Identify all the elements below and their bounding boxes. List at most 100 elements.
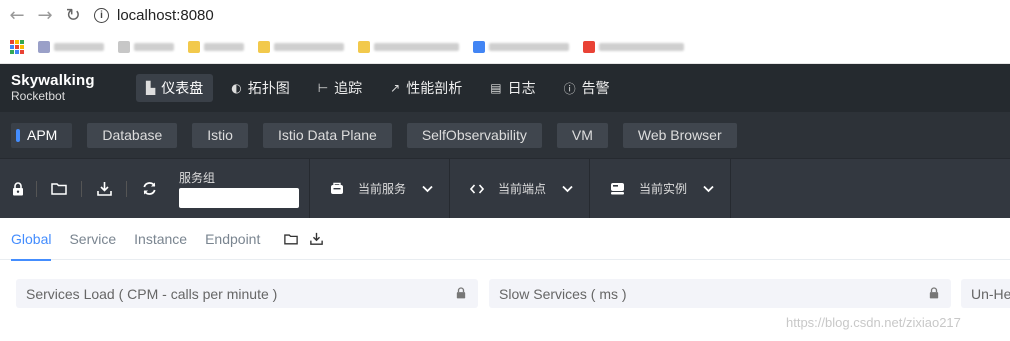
logo[interactable]: Skywalking Rocketbot	[0, 73, 125, 103]
current-instance-label: 当前实例	[639, 182, 688, 196]
back-button[interactable]: ←	[6, 4, 28, 26]
nav-alarm[interactable]: ⓘ 告警	[554, 74, 620, 102]
nav-label: 拓扑图	[247, 81, 290, 97]
logo-main-text: Skywalking	[11, 72, 95, 90]
instance-icon	[611, 183, 625, 195]
slow-services-card: Slow Services ( ms )	[489, 279, 951, 308]
chevron-down-icon	[562, 185, 573, 192]
back-arrow-icon: ←	[9, 4, 25, 26]
profile-icon: ↗	[390, 81, 401, 95]
lock-icon[interactable]	[929, 287, 939, 299]
layer-label: Web Browser	[637, 127, 722, 143]
logo-sub-text: Rocketbot	[11, 88, 66, 103]
nav-label: 告警	[581, 81, 610, 97]
nav-profile[interactable]: ↗ 性能剖析	[380, 74, 472, 102]
service-group-field: 服务组	[179, 159, 299, 219]
current-service-label: 当前服务	[358, 182, 407, 196]
nav-label: 日志	[507, 81, 536, 97]
reload-icon: ↻	[65, 4, 81, 26]
refresh-button[interactable]	[127, 159, 171, 219]
tab-folder-button[interactable]	[284, 233, 299, 245]
tab-global[interactable]: Global	[11, 218, 52, 261]
nav-label: 仪表盘	[161, 81, 204, 97]
reload-button[interactable]: ↻	[62, 4, 84, 26]
dashboard-content: Services Load ( CPM - calls per minute )…	[0, 261, 1010, 341]
layer-label: VM	[571, 127, 593, 143]
url-text: localhost:8080	[117, 6, 214, 24]
tab-download-button[interactable]	[310, 232, 324, 245]
current-instance-selector[interactable]: 当前实例	[589, 158, 732, 219]
service-icon	[331, 182, 343, 194]
bookmark-item[interactable]	[188, 40, 244, 53]
tab-instance[interactable]: Instance	[134, 218, 187, 260]
code-icon	[470, 183, 485, 194]
layer-tab-vm[interactable]: VM	[556, 122, 608, 148]
address-bar[interactable]: i localhost:8080	[94, 7, 214, 24]
nav-dashboard[interactable]: ▙ 仪表盘	[136, 74, 214, 102]
dashboard-toolbar: 服务组 当前服务 当前端点 当前实例	[0, 158, 1010, 219]
download-button[interactable]	[82, 159, 126, 219]
current-service-selector[interactable]: 当前服务	[309, 158, 449, 219]
dashboard-tabs: Global Service Instance Endpoint	[0, 218, 1010, 261]
forward-arrow-icon: →	[37, 4, 53, 26]
layer-tab-istio[interactable]: Istio	[192, 122, 248, 148]
bookmark-item[interactable]	[473, 40, 569, 53]
layer-label: Database	[102, 127, 163, 143]
dashboard-icon: ▙	[146, 81, 156, 95]
apps-grid-icon[interactable]	[10, 39, 24, 54]
lock-icon	[13, 181, 23, 195]
folder-icon	[51, 183, 67, 195]
layer-tabs: APM Database Istio Istio Data Plane Self…	[0, 112, 1010, 158]
open-folder-button[interactable]	[37, 159, 81, 219]
forward-button[interactable]: →	[34, 4, 56, 26]
layer-tab-web-browser[interactable]: Web Browser	[622, 122, 737, 148]
bookmark-item[interactable]	[38, 40, 104, 53]
top-nav: ▙ 仪表盘 ◐ 拓扑图 ⊢ 追踪 ↗ 性能剖析 ▤ 日志 ⓘ 告警	[136, 74, 620, 102]
bookmarks-bar	[0, 30, 1010, 64]
alarm-icon: ⓘ	[563, 81, 576, 96]
tab-endpoint[interactable]: Endpoint	[205, 218, 260, 260]
bookmark-item[interactable]	[118, 40, 174, 53]
tab-service[interactable]: Service	[69, 218, 116, 260]
lock-icon[interactable]	[456, 287, 466, 299]
service-group-input[interactable]	[179, 188, 299, 208]
watermark-text: https://blog.csdn.net/zixiao217	[786, 315, 961, 330]
nav-label: 性能剖析	[406, 81, 463, 97]
card-title: Services Load ( CPM - calls per minute )	[26, 285, 278, 302]
chevron-down-icon	[422, 185, 433, 192]
layer-tab-istio-data-plane[interactable]: Istio Data Plane	[262, 122, 392, 148]
app-header: Skywalking Rocketbot ▙ 仪表盘 ◐ 拓扑图 ⊢ 追踪 ↗ 性能剖析…	[0, 64, 1010, 112]
trace-icon: ⊢	[317, 81, 329, 95]
info-icon[interactable]: i	[94, 7, 109, 23]
log-icon: ▤	[490, 81, 502, 95]
bookmark-item[interactable]	[258, 40, 344, 53]
layer-tab-apm[interactable]: APM	[11, 122, 73, 148]
chevron-down-icon	[703, 185, 714, 192]
unhealthy-card: Un-He	[961, 279, 1010, 308]
card-title: Slow Services ( ms )	[499, 285, 627, 302]
nav-topology[interactable]: ◐ 拓扑图	[221, 74, 299, 102]
bookmark-item[interactable]	[583, 40, 684, 53]
bookmark-item[interactable]	[358, 40, 459, 53]
nav-label: 追踪	[334, 81, 363, 97]
layer-label: APM	[27, 127, 58, 143]
topology-icon: ◐	[231, 81, 242, 95]
current-endpoint-label: 当前端点	[498, 182, 547, 196]
browser-toolbar: ← → ↻ i localhost:8080	[0, 0, 1010, 30]
download-icon	[96, 182, 112, 196]
layer-label: Istio Data Plane	[277, 127, 377, 143]
layer-tab-selfobservability[interactable]: SelfObservability	[406, 122, 542, 148]
refresh-icon	[142, 182, 156, 195]
layer-label: Istio	[207, 127, 233, 143]
layer-tab-database[interactable]: Database	[87, 122, 178, 148]
current-endpoint-selector[interactable]: 当前端点	[449, 158, 589, 219]
card-title: Un-He	[971, 285, 1010, 302]
service-group-label: 服务组	[179, 171, 216, 185]
layer-label: SelfObservability	[421, 127, 527, 143]
nav-log[interactable]: ▤ 日志	[480, 74, 545, 102]
lock-button[interactable]	[0, 159, 36, 219]
active-indicator	[16, 128, 20, 142]
folder-icon	[284, 233, 299, 244]
services-load-card: Services Load ( CPM - calls per minute )	[16, 279, 478, 308]
nav-trace[interactable]: ⊢ 追踪	[308, 74, 372, 102]
